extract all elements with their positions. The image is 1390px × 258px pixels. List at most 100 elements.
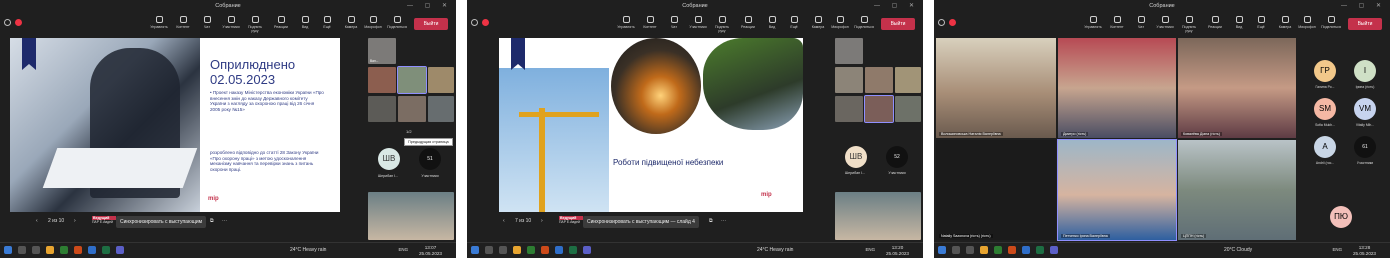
more-button[interactable]: Ещё bbox=[1250, 15, 1272, 35]
task-view-icon[interactable] bbox=[966, 246, 974, 254]
task-view-icon[interactable] bbox=[32, 246, 40, 254]
self-video[interactable] bbox=[835, 192, 921, 240]
manage-button[interactable]: Управлять bbox=[615, 15, 637, 35]
avatar-a[interactable]: А bbox=[1314, 136, 1336, 158]
raise-hand-button[interactable]: Поднять руку bbox=[244, 15, 266, 35]
start-icon[interactable] bbox=[4, 246, 12, 254]
self-video[interactable] bbox=[368, 192, 454, 240]
video-tile-4[interactable]: Nataliy Sazonova (гість) (гість) bbox=[936, 140, 1056, 240]
content-button[interactable]: Контент bbox=[1106, 15, 1128, 35]
share-button[interactable]: Поделиться bbox=[853, 15, 875, 35]
more-button[interactable]: Ещё bbox=[316, 15, 338, 35]
edge-icon[interactable] bbox=[527, 246, 535, 254]
view-button[interactable]: Вид bbox=[294, 15, 316, 35]
more-button[interactable]: Ещё bbox=[783, 15, 805, 35]
content-button[interactable]: Контент bbox=[639, 15, 661, 35]
video-tile-5[interactable] bbox=[835, 96, 863, 122]
language[interactable]: ENG bbox=[865, 247, 875, 252]
clock[interactable]: 13:20 25.05.2023 bbox=[886, 245, 909, 256]
reactions-button[interactable]: Реакции bbox=[270, 15, 292, 35]
camera-button[interactable]: Камера bbox=[340, 15, 362, 35]
avatar-sm[interactable]: SM bbox=[1314, 98, 1336, 120]
teams-icon[interactable] bbox=[1050, 246, 1058, 254]
participants-button[interactable]: Участники bbox=[1154, 15, 1176, 35]
camera-button[interactable]: Камера bbox=[1274, 15, 1296, 35]
content-button[interactable]: Контент bbox=[172, 15, 194, 35]
next-slide-button[interactable]: › bbox=[74, 218, 76, 224]
more-icon[interactable]: ··· bbox=[222, 218, 227, 224]
search-icon[interactable] bbox=[485, 246, 493, 254]
edge-icon[interactable] bbox=[60, 246, 68, 254]
popout-icon[interactable]: ⧉ bbox=[210, 218, 214, 224]
office-icon[interactable] bbox=[541, 246, 549, 254]
view-button[interactable]: Вид bbox=[1228, 15, 1250, 35]
raise-hand-button[interactable]: Поднять руку bbox=[711, 15, 733, 35]
clock[interactable]: 13:28 25.05.2023 bbox=[1353, 245, 1376, 256]
video-tile-2[interactable] bbox=[835, 67, 863, 93]
avatar[interactable]: ШВ bbox=[845, 146, 867, 168]
share-button[interactable]: Поделиться bbox=[386, 15, 408, 35]
avatar-pyu[interactable]: ПЮ bbox=[1330, 206, 1352, 228]
language[interactable]: ENG bbox=[398, 247, 408, 252]
folder-icon[interactable] bbox=[46, 246, 54, 254]
teams-icon[interactable] bbox=[583, 246, 591, 254]
video-tile-2[interactable]: Дмитро (гість) bbox=[1058, 38, 1176, 138]
window-controls[interactable]: — ▢ ✕ bbox=[874, 0, 919, 12]
leave-button[interactable]: Выйти bbox=[881, 18, 915, 30]
video-tile-3[interactable] bbox=[397, 66, 427, 94]
edge-icon[interactable] bbox=[994, 246, 1002, 254]
video-tile-6[interactable] bbox=[864, 95, 894, 123]
video-tile-5[interactable] bbox=[368, 96, 396, 122]
raise-hand-button[interactable]: Поднять руку bbox=[1178, 15, 1200, 35]
mic-button[interactable]: Микрофон bbox=[1296, 15, 1318, 35]
search-icon[interactable] bbox=[18, 246, 26, 254]
video-tile-3[interactable] bbox=[865, 67, 893, 93]
task-view-icon[interactable] bbox=[499, 246, 507, 254]
video-tile-1[interactable] bbox=[835, 38, 863, 64]
video-tile-6[interactable]: ЦППН (гість) bbox=[1178, 140, 1296, 240]
language[interactable]: ENG bbox=[1332, 247, 1342, 252]
word-icon[interactable] bbox=[555, 246, 563, 254]
office-icon[interactable] bbox=[74, 246, 82, 254]
avatar-gr[interactable]: ГР bbox=[1314, 60, 1336, 82]
participants-button[interactable]: Участники bbox=[687, 15, 709, 35]
excel-icon[interactable] bbox=[1036, 246, 1044, 254]
video-tile-4[interactable] bbox=[895, 67, 921, 93]
start-icon[interactable] bbox=[471, 246, 479, 254]
prev-slide-button[interactable]: ‹ bbox=[503, 218, 505, 224]
share-button[interactable]: Поделиться bbox=[1320, 15, 1342, 35]
teams-icon[interactable] bbox=[116, 246, 124, 254]
participants-count[interactable]: 61 bbox=[1354, 136, 1376, 158]
leave-button[interactable]: Выйти bbox=[1348, 18, 1382, 30]
video-tile-7[interactable] bbox=[895, 96, 921, 122]
manage-button[interactable]: Управлять bbox=[1082, 15, 1104, 35]
folder-icon[interactable] bbox=[513, 246, 521, 254]
weather[interactable]: 20°C Cloudy bbox=[1224, 247, 1252, 253]
video-tile-6[interactable] bbox=[398, 96, 426, 122]
video-tile-1[interactable]: Вал... bbox=[368, 38, 396, 64]
mic-button[interactable]: Микрофон bbox=[362, 15, 384, 35]
office-icon[interactable] bbox=[1008, 246, 1016, 254]
avatar[interactable]: ШВ bbox=[378, 148, 400, 170]
mic-button[interactable]: Микрофон bbox=[829, 15, 851, 35]
reactions-button[interactable]: Реакции bbox=[1204, 15, 1226, 35]
popout-icon[interactable]: ⧉ bbox=[709, 218, 713, 224]
window-controls[interactable]: — ▢ ✕ bbox=[1341, 0, 1386, 12]
next-slide-button[interactable]: › bbox=[541, 218, 543, 224]
video-tile-3[interactable]: Ковалёва Діана (гість) bbox=[1178, 38, 1296, 138]
prev-slide-button[interactable]: ‹ bbox=[36, 218, 38, 224]
video-tile-5[interactable]: Петченко Ірина Валеріївна bbox=[1057, 139, 1177, 241]
video-tile-1[interactable]: Волошиновська Наталія Валеріївна bbox=[936, 38, 1056, 138]
word-icon[interactable] bbox=[88, 246, 96, 254]
participants-button[interactable]: Участники bbox=[220, 15, 242, 35]
start-icon[interactable] bbox=[938, 246, 946, 254]
camera-button[interactable]: Камера bbox=[807, 15, 829, 35]
chat-button[interactable]: Чат bbox=[663, 15, 685, 35]
video-tile-2[interactable] bbox=[368, 67, 396, 93]
folder-icon[interactable] bbox=[980, 246, 988, 254]
video-tile-4[interactable] bbox=[428, 67, 454, 93]
weather[interactable]: 24°C Heavy rain bbox=[290, 247, 326, 253]
more-icon[interactable]: ··· bbox=[721, 218, 726, 224]
sync-button[interactable]: Синхронизировать с выступающим bbox=[116, 216, 207, 228]
participants-count[interactable]: 52 bbox=[886, 146, 908, 168]
